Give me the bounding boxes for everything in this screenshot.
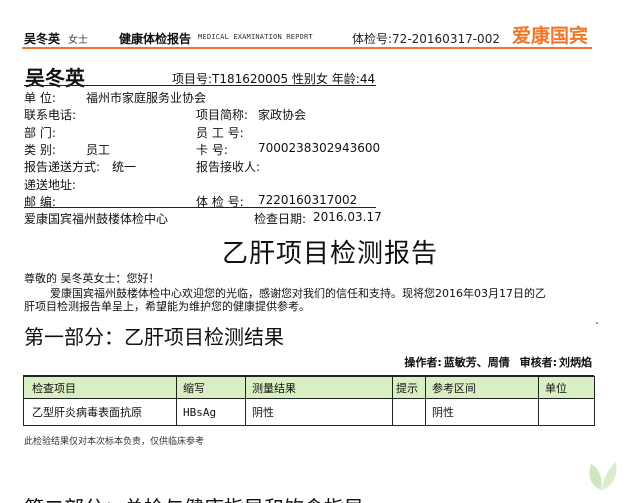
table-header-abbr: 缩写 bbox=[176, 376, 246, 399]
table-cell-reference: 阴性 bbox=[425, 398, 539, 426]
unit-value: 福州市家庭服务业协会 bbox=[86, 91, 207, 105]
operator-names: 蓝敏芳、周倩 bbox=[443, 356, 510, 369]
info-divider-top bbox=[24, 85, 376, 86]
category-label: 类 别: bbox=[24, 143, 56, 157]
table-header-hint: 提示 bbox=[392, 376, 426, 399]
age-label: 年龄: bbox=[331, 72, 360, 86]
table-row: 乙型肝炎病毒表面抗原 HBsAg 阴性 阴性 bbox=[23, 398, 595, 426]
reviewer-label: 审核者: bbox=[519, 356, 557, 369]
receiver-label: 报告接收人: bbox=[196, 160, 261, 174]
section-2-title: 第二部分：总检与健康指导和饮食指导 bbox=[24, 492, 364, 503]
exam-no-value: 7220160317002 bbox=[258, 193, 358, 207]
header-patient-name: 吴冬英 bbox=[24, 32, 61, 46]
delivery-value: 统一 bbox=[112, 160, 137, 174]
intro-paragraph-line2: 肝项目检测报告单呈上，希望能为维护您的健康提供参考。 bbox=[24, 300, 310, 313]
section-1-title: 第一部分：乙肝项目检测结果 bbox=[24, 325, 284, 349]
decorative-dot bbox=[596, 322, 598, 324]
category-value: 员工 bbox=[86, 143, 111, 157]
gender-label: 性别 bbox=[291, 72, 316, 86]
gender-value: 女 bbox=[315, 72, 328, 86]
greeting: 尊敬的 吴冬英女士：您好！ bbox=[24, 272, 160, 285]
age-value: 44 bbox=[359, 72, 376, 86]
header-gender: 女士 bbox=[68, 35, 88, 46]
project-short-value: 家政协会 bbox=[258, 108, 307, 122]
table-cell-result: 阴性 bbox=[245, 398, 393, 426]
header-exam-number-value: 72-20160317-002 bbox=[392, 32, 500, 46]
header-exam-number: 体检号:72-20160317-002 bbox=[352, 30, 500, 47]
report-title: 乙肝项目检测报告 bbox=[221, 239, 438, 269]
table-header-item: 检查项目 bbox=[23, 376, 177, 399]
table-header-result: 测量结果 bbox=[245, 376, 393, 399]
header-report-title-en: MEDICAL EXAMINATION REPORT bbox=[198, 33, 313, 41]
table-header-unit: 单位 bbox=[538, 376, 595, 399]
exam-center: 爱康国宾福州鼓楼体检中心 bbox=[24, 212, 169, 226]
result-table-container: 操作者: 蓝敏芳、周倩 审核者: 刘炳焰 检查项目 缩写 测量结果 提示 参考区间 … bbox=[23, 349, 595, 426]
result-table: 检查项目 缩写 测量结果 提示 参考区间 单位 乙型肝炎病毒表面抗原 HBsAg… bbox=[23, 376, 595, 426]
phone-label: 联系电话: bbox=[24, 108, 77, 122]
card-value: 7000238302943600 bbox=[258, 141, 381, 155]
operators-line: 操作者: 蓝敏芳、周倩 审核者: 刘炳焰 bbox=[23, 349, 594, 376]
project-short-label: 项目简称: bbox=[196, 108, 249, 122]
patient-name: 吴冬英 bbox=[25, 66, 85, 90]
table-cell-item: 乙型肝炎病毒表面抗原 bbox=[23, 398, 177, 426]
dept-label: 部 门: bbox=[24, 126, 56, 140]
table-header-reference: 参考区间 bbox=[425, 376, 539, 399]
project-number: T181620005 bbox=[212, 72, 289, 86]
unit-label: 单 位: bbox=[24, 91, 56, 105]
reviewer-name: 刘炳焰 bbox=[559, 356, 592, 369]
employee-no-label: 员 工 号: bbox=[196, 126, 244, 140]
exam-date-value: 2016.03.17 bbox=[313, 210, 382, 224]
delivery-label: 报告递送方式: bbox=[24, 160, 101, 174]
leaf-icon bbox=[589, 462, 617, 490]
info-divider-bottom bbox=[24, 207, 376, 208]
card-label: 卡 号: bbox=[196, 143, 228, 157]
header-exam-number-label: 体检号: bbox=[352, 32, 393, 46]
header-divider bbox=[22, 47, 592, 49]
table-cell-hint bbox=[392, 398, 426, 426]
header-report-title: 健康体检报告 bbox=[119, 32, 192, 46]
table-cell-unit bbox=[538, 398, 595, 426]
exam-date-label: 检查日期: bbox=[254, 212, 307, 226]
project-number-label: 项目号: bbox=[172, 72, 213, 86]
brand-logo-text: 爱康国宾 bbox=[512, 25, 589, 47]
table-cell-abbr: HBsAg bbox=[176, 398, 246, 426]
disclaimer-note: 此检验结果仅对本次标本负责，仅供临床参考 bbox=[24, 437, 205, 447]
table-header-row: 检查项目 缩写 测量结果 提示 参考区间 单位 bbox=[23, 376, 595, 399]
address-label: 递送地址: bbox=[24, 178, 77, 192]
operator-label: 操作者: bbox=[404, 356, 442, 369]
